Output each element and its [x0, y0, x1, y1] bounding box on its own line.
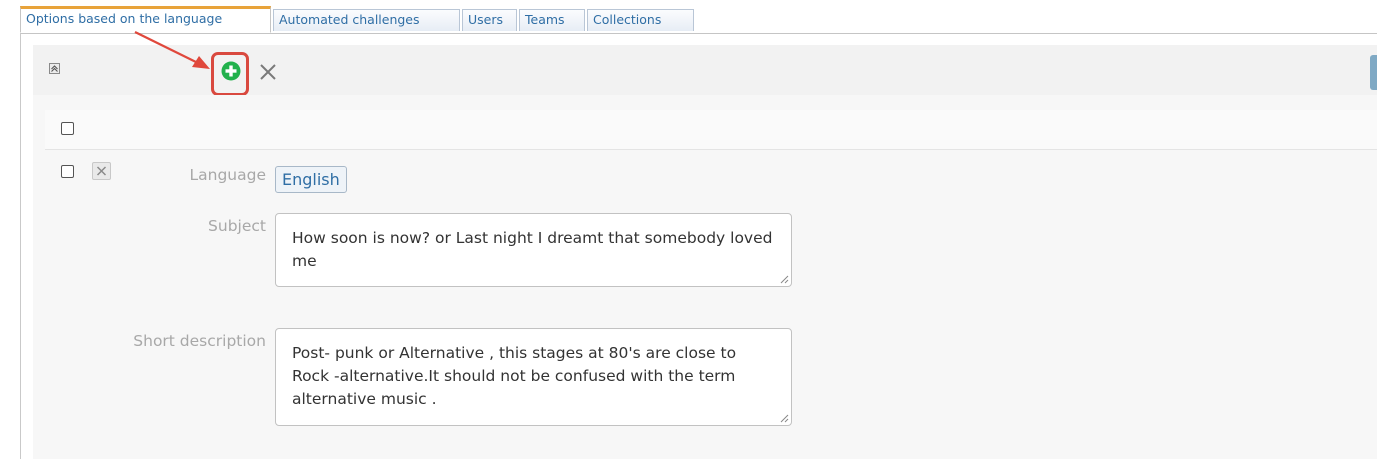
form-area: Language English Subject How soon is now…	[33, 95, 1377, 459]
short-description-text: Post- punk or Alternative , this stages …	[292, 344, 737, 408]
short-description-label: Short description	[133, 332, 266, 350]
annotation-arrow-icon	[134, 31, 210, 69]
panel-left-border	[20, 33, 21, 459]
tab-teams[interactable]: Teams	[519, 9, 585, 31]
tab-users[interactable]: Users	[462, 9, 517, 31]
header-row	[45, 110, 1377, 150]
toolbar	[33, 45, 1377, 96]
tab-bar: Options based on the language Automated …	[20, 6, 1377, 34]
short-description-textarea[interactable]: Post- punk or Alternative , this stages …	[275, 328, 792, 426]
side-panel-handle[interactable]	[1370, 55, 1377, 90]
select-all-checkbox[interactable]	[61, 122, 74, 135]
subject-text: How soon is now? or Last night I dreamt …	[292, 229, 773, 270]
row-delete-button[interactable]	[92, 162, 111, 180]
language-button[interactable]: English	[275, 166, 347, 193]
page-root: Options based on the language Automated …	[0, 0, 1377, 459]
language-label: Language	[189, 166, 267, 184]
tab-automated-challenges[interactable]: Automated challenges	[273, 9, 460, 31]
close-x-icon[interactable]	[258, 62, 278, 82]
subject-textarea[interactable]: How soon is now? or Last night I dreamt …	[275, 213, 792, 287]
row-checkbox[interactable]	[61, 165, 74, 178]
close-x-icon	[96, 166, 107, 176]
subject-label: Subject	[208, 217, 266, 235]
tab-collections[interactable]: Collections	[587, 9, 694, 31]
add-circle-icon[interactable]	[221, 61, 241, 81]
resize-grip-icon[interactable]	[779, 274, 789, 284]
collapse-up-icon[interactable]	[49, 63, 60, 74]
resize-grip-icon[interactable]	[779, 413, 789, 423]
